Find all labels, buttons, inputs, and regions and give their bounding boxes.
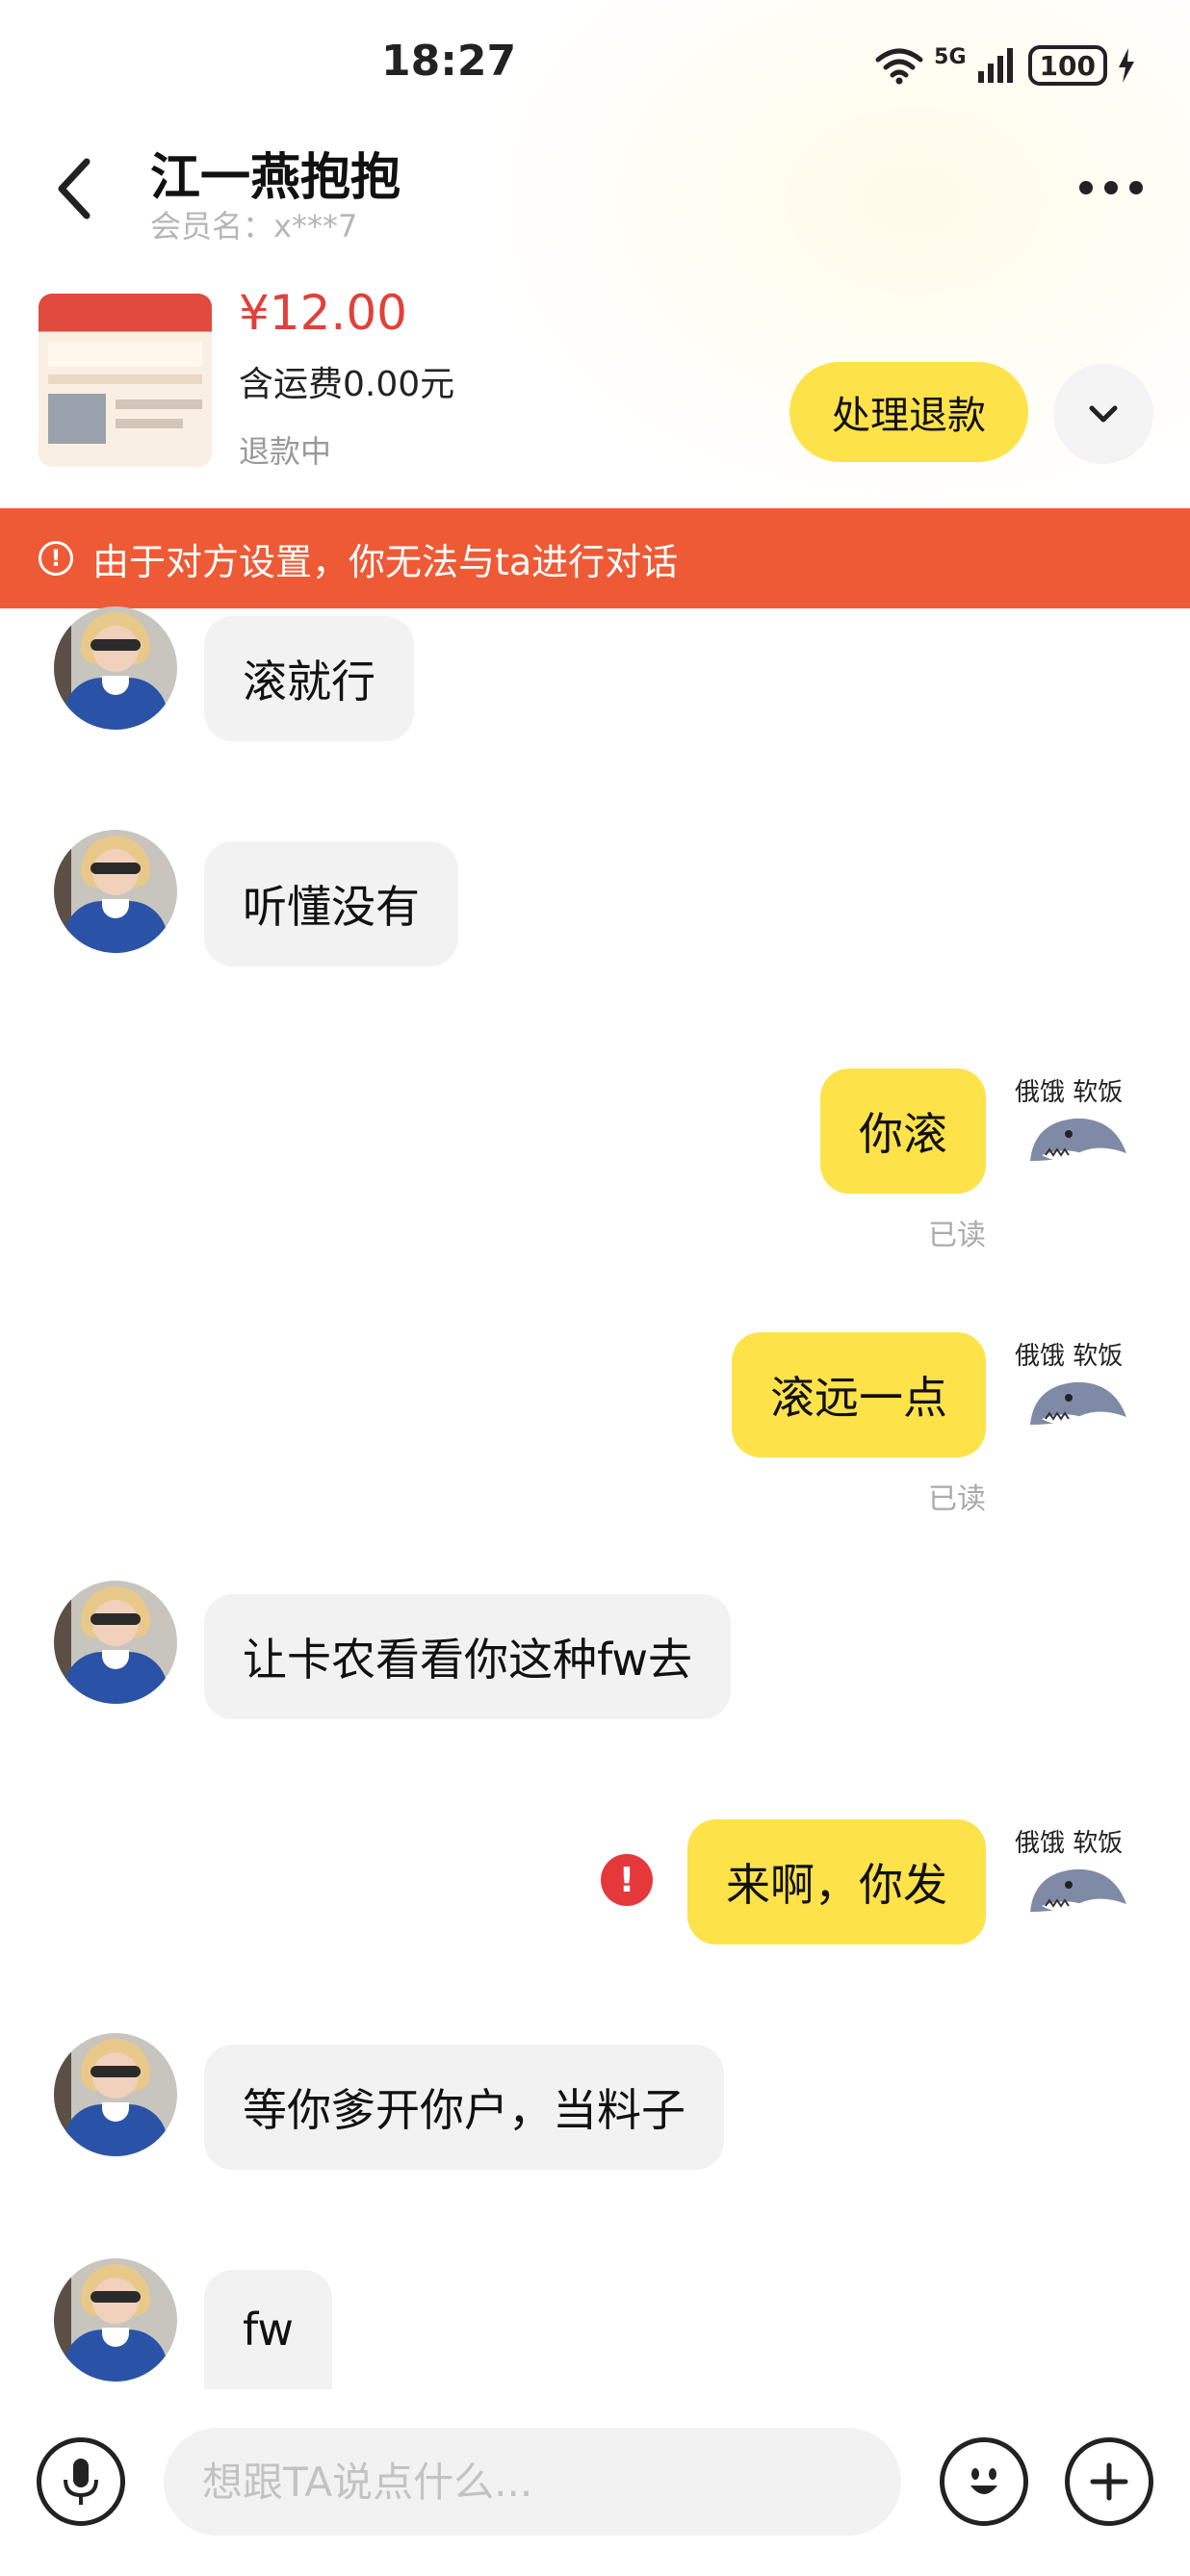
incoming-message[interactable]: 听懂没有 [204, 841, 458, 966]
contact-avatar[interactable] [54, 2258, 177, 2382]
status-icons: 5G 100 [874, 37, 1136, 94]
emoji-button[interactable] [940, 2437, 1028, 2526]
process-refund-button[interactable]: 处理退款 [789, 362, 1028, 462]
message-text: 听懂没有 [243, 881, 420, 933]
contact-avatar[interactable] [54, 2033, 177, 2156]
message-text: fw [243, 2304, 295, 2356]
user-avatar[interactable]: 俄饿 软饭 [1015, 1823, 1140, 1939]
message-text: 滚就行 [243, 656, 375, 708]
incoming-message[interactable]: 等你爹开你户，当料子 [204, 2045, 724, 2170]
shipping-fee: 含运费0.00元 [239, 365, 455, 404]
battery-indicator: 100 [1027, 45, 1107, 86]
wifi-icon [875, 48, 923, 85]
member-name: 会员名：x***7 [150, 208, 358, 245]
message-text: 滚远一点 [770, 1372, 947, 1424]
warning-icon: ! [39, 541, 73, 576]
avatar-caption: 俄饿 软饭 [1015, 1342, 1124, 1371]
outgoing-message[interactable]: 来啊，你发 [687, 1819, 986, 1945]
plus-icon [1090, 2462, 1128, 2501]
contact-avatar[interactable] [54, 1581, 177, 1704]
message-text: 等你爹开你户，当料子 [243, 2084, 686, 2136]
dot-icon [1079, 181, 1093, 194]
message-text: 来啊，你发 [726, 1859, 947, 1911]
dot-icon [1129, 181, 1143, 194]
message-text: 你滚 [859, 1108, 947, 1160]
outgoing-message[interactable]: 滚远一点 [732, 1332, 986, 1457]
avatar-caption: 俄饿 软饭 [1015, 1078, 1124, 1107]
contact-avatar[interactable] [54, 606, 177, 730]
expand-order-button[interactable] [1053, 364, 1153, 464]
incoming-message[interactable]: fw [204, 2270, 333, 2389]
shark-avatar-icon [1030, 1381, 1126, 1425]
microphone-icon [64, 2459, 98, 2505]
chevron-left-icon [58, 158, 91, 219]
restriction-banner: ! 由于对方设置，你无法与ta进行对话 [0, 508, 1190, 608]
signal-icon [977, 48, 1013, 83]
status-time: 18:27 [381, 37, 517, 86]
chat-title: 江一燕抱抱 [150, 149, 401, 207]
message-input[interactable] [164, 2428, 901, 2536]
read-status: 已读 [928, 1219, 986, 1252]
order-status: 退款中 [239, 433, 332, 470]
user-avatar[interactable]: 俄饿 软饭 [1015, 1336, 1140, 1452]
more-options-button[interactable] [1073, 168, 1150, 207]
back-button[interactable] [48, 154, 106, 221]
more-actions-button[interactable] [1065, 2437, 1153, 2526]
send-failed-icon[interactable]: ! [601, 1854, 653, 1906]
network-type: 5G [934, 44, 967, 69]
read-status: 已读 [928, 1482, 986, 1516]
message-text: 让卡农看看你这种fw去 [243, 1634, 693, 1686]
shark-avatar-icon [1030, 1118, 1126, 1161]
order-price: ¥12.00 [239, 285, 407, 341]
dot-icon [1104, 181, 1118, 194]
voice-input-button[interactable] [37, 2437, 125, 2526]
shark-avatar-icon [1030, 1868, 1126, 1912]
user-avatar[interactable]: 俄饿 软饭 [1015, 1072, 1140, 1188]
smile-icon [970, 2468, 997, 2494]
charging-icon [1119, 48, 1134, 83]
avatar-caption: 俄饿 软饭 [1015, 1829, 1124, 1858]
restriction-text: 由于对方设置，你无法与ta进行对话 [92, 540, 679, 583]
incoming-message[interactable]: 滚就行 [204, 616, 414, 741]
battery-level: 100 [1039, 49, 1096, 82]
outgoing-message[interactable]: 你滚 [820, 1069, 986, 1194]
incoming-message[interactable]: 让卡农看看你这种fw去 [204, 1594, 732, 1719]
contact-avatar[interactable] [54, 830, 177, 953]
chevron-down-icon [1089, 405, 1118, 423]
product-thumbnail[interactable] [39, 294, 212, 467]
